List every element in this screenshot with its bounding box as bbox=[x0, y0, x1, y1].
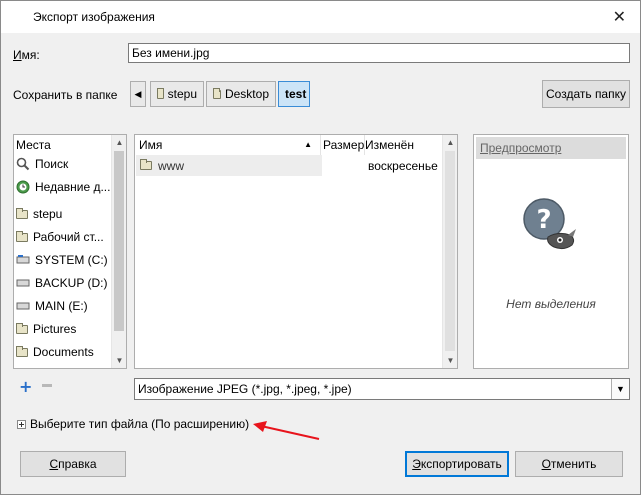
svg-text:?: ? bbox=[536, 205, 551, 235]
places-scrollbar[interactable]: ▲ ▼ bbox=[111, 135, 126, 368]
folder-icon bbox=[16, 322, 28, 334]
name-label-rest: мя: bbox=[21, 48, 40, 62]
place-label: SYSTEM (C:) bbox=[35, 253, 108, 267]
cancel-label-rest: тменить bbox=[550, 457, 597, 471]
scroll-thumb[interactable] bbox=[114, 151, 124, 331]
cancel-mnemonic: О bbox=[541, 457, 551, 471]
chevron-down-icon[interactable]: ▼ bbox=[611, 379, 629, 399]
scroll-thumb[interactable] bbox=[445, 151, 455, 351]
drive-icon bbox=[16, 279, 30, 287]
place-recent[interactable]: Недавние д... bbox=[16, 177, 112, 197]
name-label: Имя: bbox=[13, 48, 40, 62]
place-desktop[interactable]: Рабочий ст... bbox=[16, 227, 112, 247]
preview-title: Предпросмотр bbox=[476, 137, 626, 159]
crumb-label: stepu bbox=[167, 87, 197, 101]
folder-icon bbox=[140, 159, 152, 170]
title-bar: Экспорт изображения ✕ bbox=[1, 1, 640, 33]
place-label: Pictures bbox=[33, 322, 77, 336]
scroll-up-icon[interactable]: ▲ bbox=[112, 135, 126, 150]
crumb-desktop[interactable]: Desktop bbox=[206, 81, 276, 107]
search-icon bbox=[16, 157, 30, 171]
export-button[interactable]: Экспортировать bbox=[405, 451, 509, 477]
help-button[interactable]: Справка bbox=[20, 451, 126, 477]
no-selection-text: Нет выделения bbox=[506, 297, 596, 311]
expander-label: Выберите тип файла (По расширению) bbox=[30, 417, 250, 431]
place-label: BACKUP (D:) bbox=[35, 276, 108, 290]
crumb-label: test bbox=[285, 87, 307, 101]
place-label: stepu bbox=[33, 207, 63, 221]
file-modified: воскресенье bbox=[368, 159, 438, 173]
crumb-label: Desktop bbox=[224, 87, 269, 101]
scroll-down-icon[interactable]: ▼ bbox=[443, 353, 457, 368]
close-icon[interactable]: ✕ bbox=[613, 7, 626, 26]
help-mnemonic: С bbox=[49, 457, 59, 471]
file-row[interactable]: www воскресенье bbox=[136, 155, 442, 176]
drive-icon bbox=[16, 255, 30, 264]
drive-icon bbox=[16, 302, 30, 310]
scroll-up-icon[interactable]: ▲ bbox=[443, 135, 457, 150]
export-label-rest: кспортировать bbox=[420, 457, 502, 471]
column-size[interactable]: Размер bbox=[321, 135, 365, 155]
place-system-c[interactable]: SYSTEM (C:) bbox=[16, 250, 112, 270]
filename-input[interactable] bbox=[128, 43, 630, 63]
place-backup-d[interactable]: BACKUP (D:) bbox=[16, 273, 112, 293]
column-name-label: Имя bbox=[139, 138, 163, 152]
sort-ascending-icon: ▲ bbox=[304, 140, 312, 149]
place-label: MAIN (E:) bbox=[35, 299, 88, 313]
help-label-rest: правка bbox=[58, 457, 97, 471]
select-file-type-expander[interactable]: Выберите тип файла (По расширению) bbox=[17, 417, 249, 431]
column-name[interactable]: Имя ▲ bbox=[135, 135, 321, 155]
place-documents[interactable]: Documents bbox=[16, 342, 112, 362]
crumb-back-button[interactable]: ◀ bbox=[130, 81, 146, 107]
file-name: www bbox=[158, 158, 184, 173]
place-label: Documents bbox=[33, 345, 94, 359]
export-image-dialog: Экспорт изображения ✕ Имя: Сохранить в п… bbox=[0, 0, 641, 495]
file-type-filter-select[interactable]: Изображение JPEG (*.jpg, *.jpeg, *.jpe) … bbox=[134, 378, 630, 400]
folder-icon bbox=[157, 87, 164, 99]
remove-place-icon[interactable] bbox=[42, 384, 52, 387]
column-modified[interactable]: Изменён bbox=[365, 135, 443, 155]
place-stepu[interactable]: stepu bbox=[16, 204, 112, 224]
add-place-icon[interactable]: + bbox=[19, 377, 32, 396]
crumb-stepu[interactable]: stepu bbox=[150, 81, 204, 107]
scroll-down-icon[interactable]: ▼ bbox=[112, 353, 126, 368]
recent-icon bbox=[16, 180, 30, 194]
preview-panel: Предпросмотр ? Нет выделения bbox=[473, 134, 629, 369]
save-in-folder-label: Сохранить в папке bbox=[13, 88, 118, 102]
expand-icon[interactable] bbox=[17, 419, 26, 429]
folder-icon bbox=[16, 230, 28, 242]
gimp-no-preview-icon: ? bbox=[523, 198, 576, 250]
file-row-name: www bbox=[136, 155, 322, 176]
create-folder-button[interactable]: Создать папку bbox=[542, 80, 630, 108]
place-pictures[interactable]: Pictures bbox=[16, 319, 112, 339]
filter-value: Изображение JPEG (*.jpg, *.jpeg, *.jpe) bbox=[138, 382, 352, 396]
annotation-arrow bbox=[253, 421, 320, 440]
place-label: Рабочий ст... bbox=[33, 230, 104, 244]
crumb-test[interactable]: test bbox=[278, 81, 310, 107]
place-label: Недавние д... bbox=[35, 180, 111, 194]
places-header: Места bbox=[16, 138, 51, 152]
files-scrollbar[interactable]: ▲ ▼ bbox=[442, 135, 457, 368]
folder-icon bbox=[16, 207, 28, 219]
places-panel: Места Поиск Недавние д... stepu Рабочий … bbox=[13, 134, 127, 369]
place-main-e[interactable]: MAIN (E:) bbox=[16, 296, 112, 316]
cancel-button[interactable]: Отменить bbox=[515, 451, 623, 477]
export-mnemonic: Э bbox=[412, 457, 421, 471]
folder-icon bbox=[213, 87, 221, 99]
file-list: Имя ▲ Размер Изменён www воскресенье ▲ ▼ bbox=[134, 134, 458, 369]
dialog-title: Экспорт изображения bbox=[33, 10, 155, 24]
folder-icon bbox=[16, 345, 28, 357]
place-search[interactable]: Поиск bbox=[16, 154, 112, 174]
place-label: Поиск bbox=[35, 157, 69, 171]
